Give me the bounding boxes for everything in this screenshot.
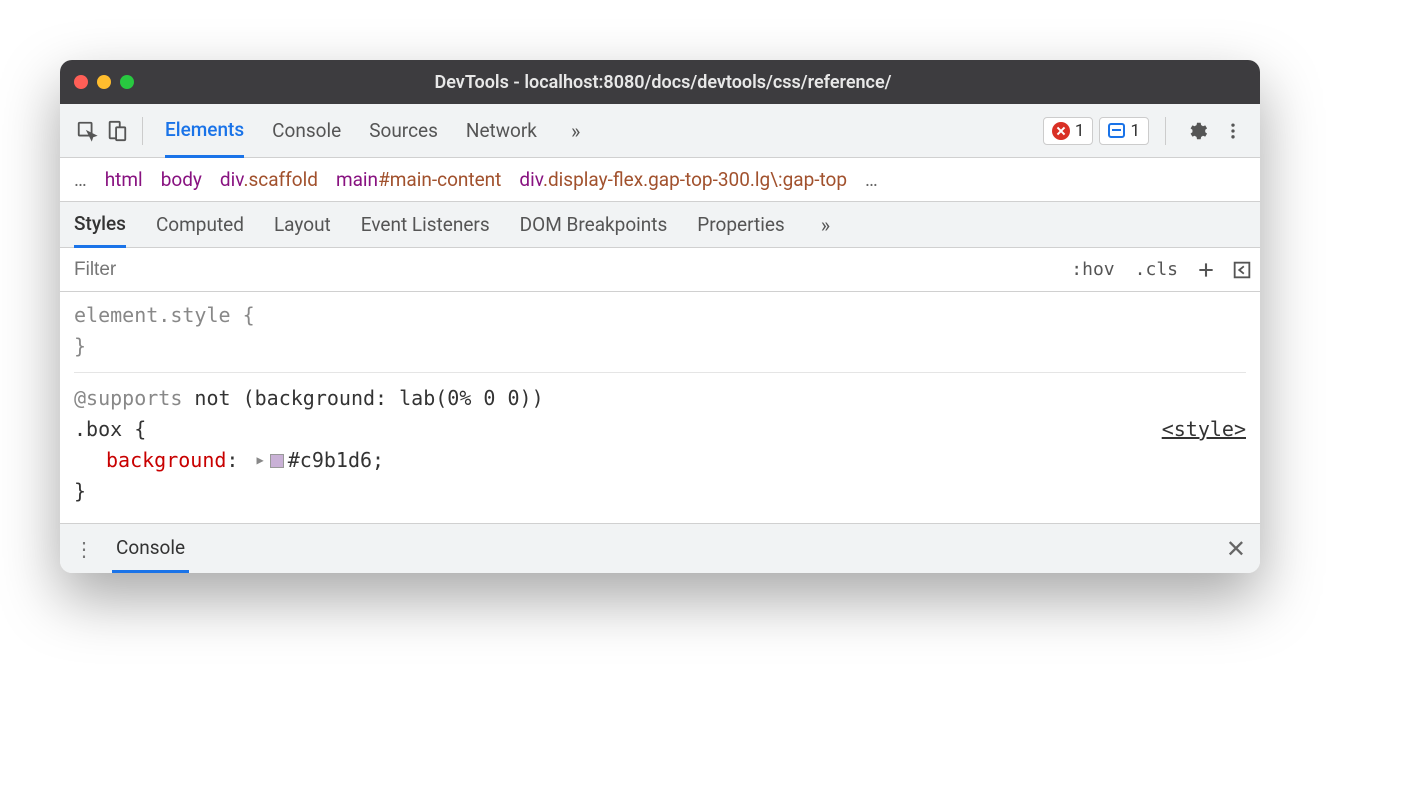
drawer-tab-console[interactable]: Console — [112, 524, 189, 573]
styles-pane: element.style { } @supports not (backgro… — [60, 292, 1260, 523]
breadcrumb-item[interactable]: div.display-flex.gap-top-300.lg\:gap-top — [519, 168, 847, 191]
filter-row: :hov .cls — [60, 248, 1260, 292]
filter-input[interactable] — [60, 248, 1061, 291]
more-subtabs-icon[interactable]: » — [815, 213, 836, 237]
inspect-element-icon[interactable] — [72, 116, 102, 146]
property-value: #c9b1d6 — [288, 448, 372, 472]
breadcrumb-ellipsis-left[interactable]: … — [74, 168, 87, 191]
new-style-rule-icon[interactable] — [1188, 252, 1224, 288]
tab-computed[interactable]: Computed — [156, 202, 244, 247]
close-window-icon[interactable] — [74, 75, 88, 89]
toggle-rendering-icon[interactable] — [1224, 252, 1260, 288]
minimize-window-icon[interactable] — [97, 75, 111, 89]
drawer-menu-icon[interactable]: ⋮ — [74, 537, 94, 561]
traffic-lights — [74, 75, 134, 89]
more-options-icon[interactable] — [1218, 116, 1248, 146]
rule-close: } — [74, 476, 1246, 507]
breadcrumb-ellipsis-right[interactable]: … — [865, 168, 878, 191]
titlebar: DevTools - localhost:8080/docs/devtools/… — [60, 60, 1260, 104]
tab-elements[interactable]: Elements — [165, 105, 244, 158]
message-icon — [1108, 123, 1125, 138]
device-toolbar-icon[interactable] — [102, 116, 132, 146]
css-rule[interactable]: @supports not (background: lab(0% 0 0)) … — [74, 383, 1246, 507]
tab-console[interactable]: Console — [272, 104, 341, 157]
selector-line: <style> .box { — [74, 414, 1246, 445]
divider — [1165, 117, 1166, 145]
breadcrumb-item[interactable]: body — [161, 168, 202, 191]
devtools-window: DevTools - localhost:8080/docs/devtools/… — [60, 60, 1260, 573]
cls-toggle[interactable]: .cls — [1125, 259, 1188, 280]
expand-icon[interactable]: ▶ — [257, 451, 264, 470]
tab-dom-breakpoints[interactable]: DOM Breakpoints — [520, 202, 668, 247]
messages-badge[interactable]: 1 — [1099, 117, 1149, 145]
errors-badge[interactable]: 1 — [1043, 117, 1094, 145]
sidebar-tabs: Styles Computed Layout Event Listeners D… — [60, 202, 1260, 248]
error-icon — [1052, 122, 1070, 140]
css-declaration[interactable]: background: ▶#c9b1d6; — [74, 445, 1246, 476]
settings-icon[interactable] — [1182, 116, 1212, 146]
element-style-rule[interactable]: element.style { } — [74, 300, 1246, 362]
rule-close: } — [74, 331, 1246, 362]
divider — [142, 117, 143, 145]
tab-network[interactable]: Network — [466, 104, 537, 157]
tab-sources[interactable]: Sources — [369, 104, 438, 157]
rule-separator — [74, 372, 1246, 373]
toolbar-right: 1 1 — [1043, 116, 1248, 146]
tab-properties[interactable]: Properties — [697, 202, 784, 247]
source-link[interactable]: <style> — [1162, 414, 1246, 445]
drawer: ⋮ Console ✕ — [60, 523, 1260, 573]
tab-event-listeners[interactable]: Event Listeners — [361, 202, 490, 247]
main-toolbar: Elements Console Sources Network » 1 1 — [60, 104, 1260, 158]
window-title: DevTools - localhost:8080/docs/devtools/… — [134, 72, 1192, 93]
tab-layout[interactable]: Layout — [274, 202, 331, 247]
more-tabs-icon[interactable]: » — [565, 119, 586, 143]
breadcrumb-item[interactable]: div.scaffold — [220, 168, 318, 191]
breadcrumb-item[interactable]: main#main-content — [336, 168, 501, 191]
breadcrumb-item[interactable]: html — [105, 168, 143, 191]
messages-count: 1 — [1130, 121, 1140, 141]
at-rule-line: @supports not (background: lab(0% 0 0)) — [74, 383, 1246, 414]
property-name: background — [106, 448, 226, 472]
maximize-window-icon[interactable] — [120, 75, 134, 89]
breadcrumb: … html body div.scaffold main#main-conte… — [60, 158, 1260, 202]
color-swatch-icon[interactable] — [270, 454, 284, 468]
panel-tabs: Elements Console Sources Network » — [153, 104, 1043, 157]
hov-toggle[interactable]: :hov — [1061, 259, 1124, 280]
close-drawer-icon[interactable]: ✕ — [1226, 535, 1246, 563]
tab-styles[interactable]: Styles — [74, 203, 126, 248]
selector-text: element.style { — [74, 300, 1246, 331]
errors-count: 1 — [1075, 121, 1085, 141]
